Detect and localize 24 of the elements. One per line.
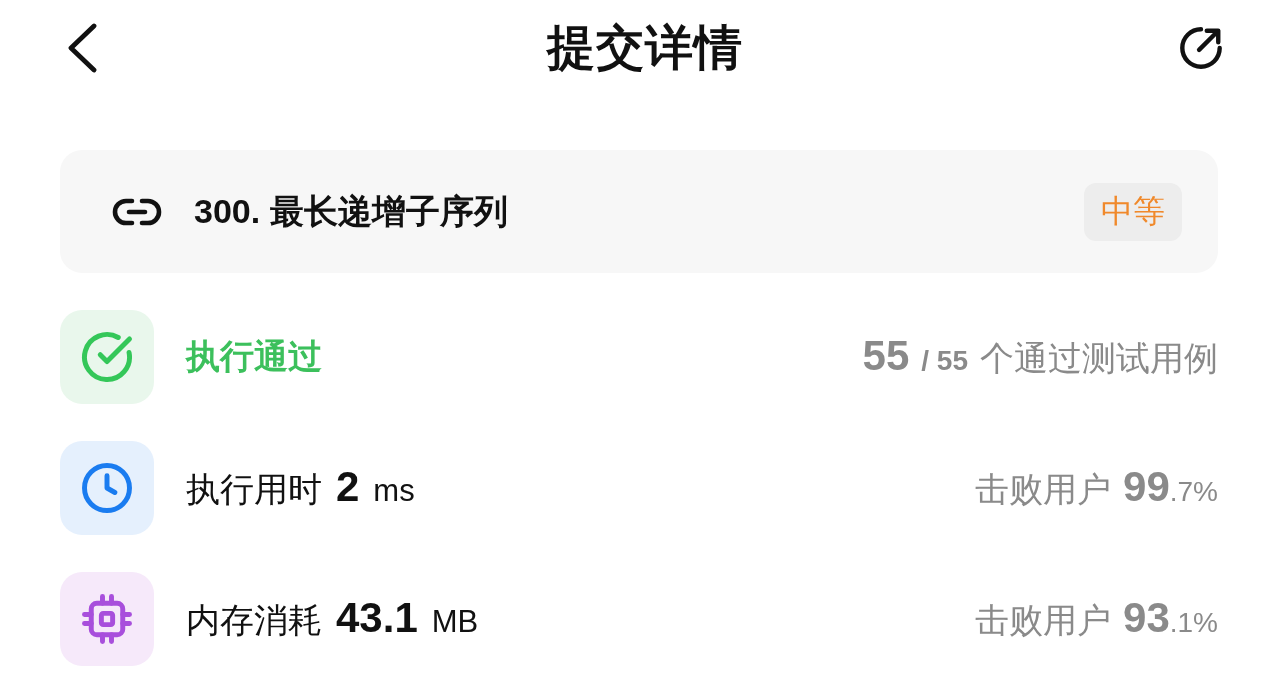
metric-value: 43.1 xyxy=(336,594,418,642)
metric-value: 2 xyxy=(336,463,360,511)
beat-percentage: 93.1% xyxy=(1123,594,1218,642)
back-button[interactable] xyxy=(66,22,98,73)
beat-label: 击败用户 xyxy=(975,600,1112,641)
chevron-left-icon xyxy=(66,22,98,73)
page-title: 提交详情 xyxy=(547,19,743,76)
passed-count: 55 xyxy=(862,332,910,380)
total-count: / 55 xyxy=(921,345,968,377)
metric-unit: ms xyxy=(373,473,415,509)
beat-label: 击败用户 xyxy=(975,469,1112,510)
test-case-caption: 个通过测试用例 xyxy=(980,338,1218,379)
metric-label: 执行用时 xyxy=(186,469,322,510)
link-icon xyxy=(112,197,162,226)
share-icon xyxy=(1178,24,1224,71)
chip-icon xyxy=(60,572,154,666)
metric-label: 内存消耗 xyxy=(186,600,322,641)
result-status-text: 执行通过 xyxy=(186,336,322,377)
beat-percentage: 99.7% xyxy=(1123,463,1218,511)
problem-title-link[interactable]: 300. 最长递增子序列 xyxy=(194,188,508,235)
share-button[interactable] xyxy=(1178,24,1224,71)
difficulty-tag: 中等 xyxy=(1084,182,1182,241)
clock-icon xyxy=(60,441,154,535)
metric-unit: MB xyxy=(431,604,479,640)
